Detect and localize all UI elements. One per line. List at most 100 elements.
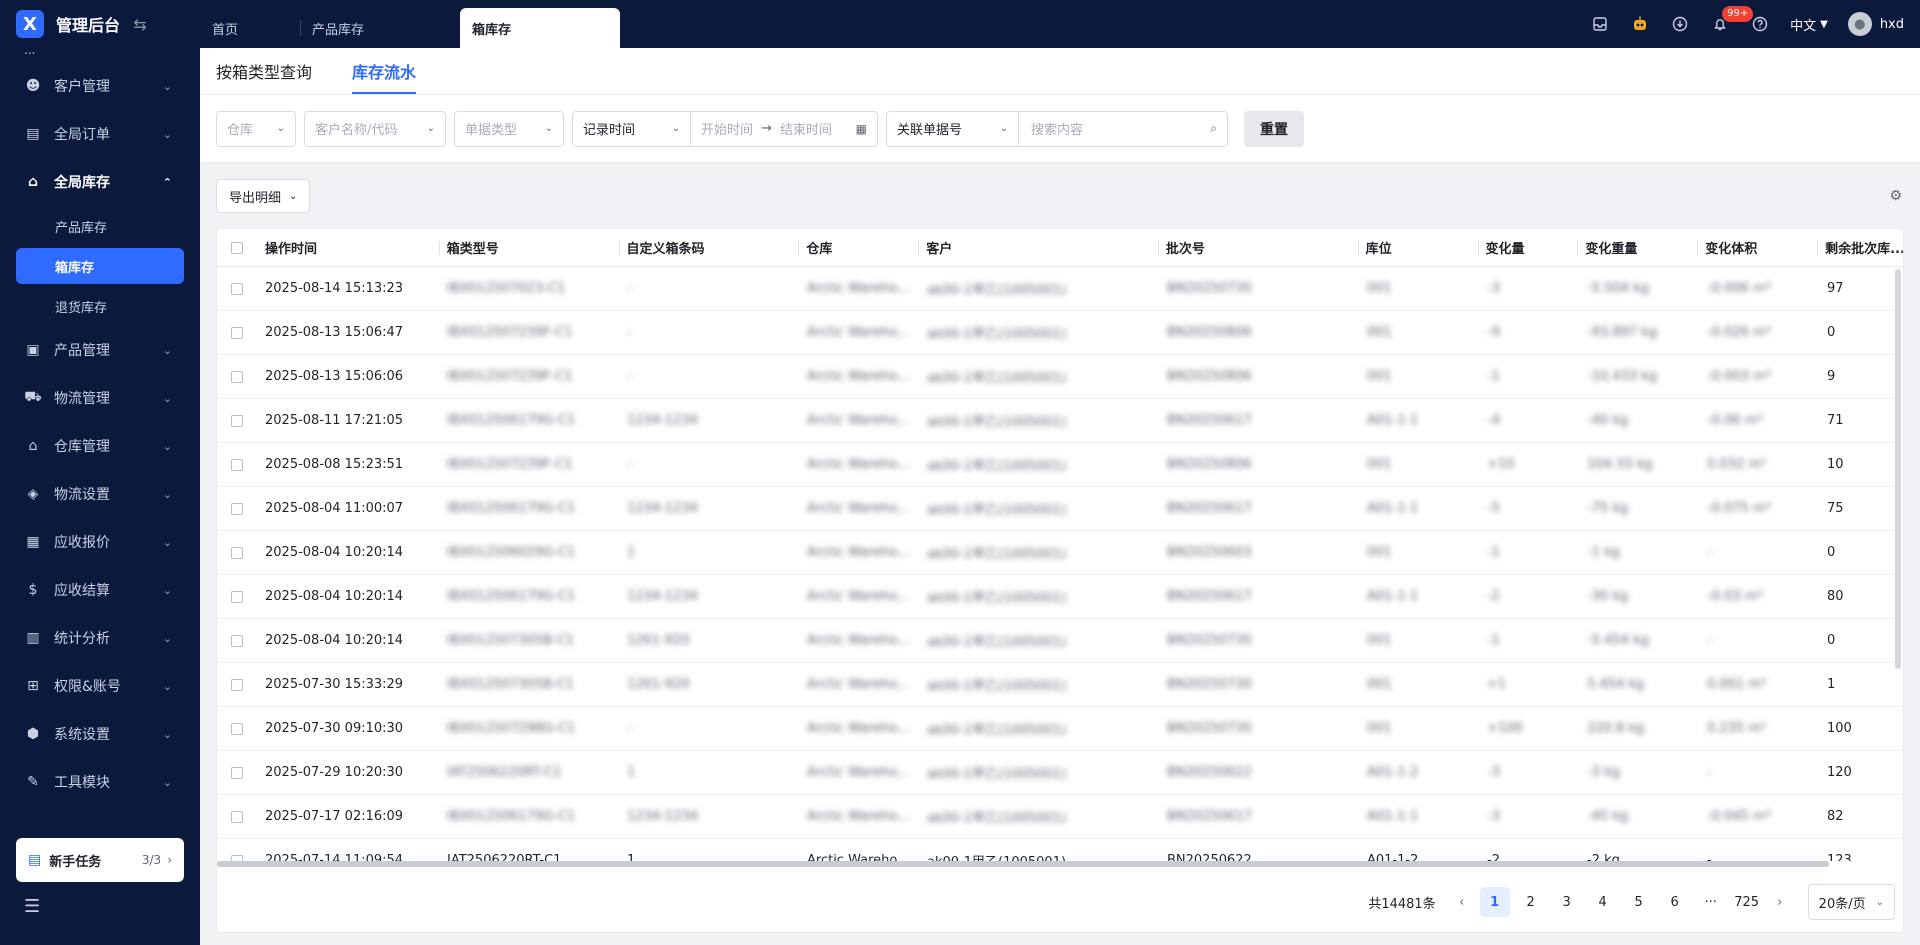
column-header[interactable]: 剩余批次库...	[1817, 238, 1903, 257]
tab-home[interactable]: 首页	[200, 8, 300, 48]
table-row[interactable]: 2025-08-04 10:20:14 IBX012506029G-C1 1 Arct…	[217, 531, 1903, 575]
horizontal-scrollbar[interactable]	[217, 861, 1829, 867]
customer-select[interactable]: 客户名称/代码 ⌄	[304, 110, 446, 147]
table-row[interactable]: 2025-08-14 15:13:23 IBX012507023-C1 - Arcti…	[217, 267, 1903, 311]
sidebar-sub-box-inventory[interactable]: 箱库存	[16, 248, 184, 284]
column-header[interactable]: 变化体积	[1697, 238, 1817, 257]
table-row[interactable]: 2025-07-30 15:33:29 IBX012507305B-C1 1261-…	[217, 663, 1903, 707]
search-icon[interactable]: ⌕	[1210, 121, 1217, 136]
row-checkbox[interactable]	[231, 414, 243, 427]
page-2[interactable]: 2	[1516, 887, 1546, 917]
row-checkbox[interactable]	[231, 502, 243, 515]
tab-query-by-box-type[interactable]: 按箱类型查询	[216, 47, 312, 94]
table-cell: 0.001 m³	[1707, 677, 1767, 692]
sidebar-item-system[interactable]: ⬢ 系统设置 ⌄	[0, 710, 200, 758]
date-range-picker[interactable]: 开始时间 → 结束时间 ▦	[691, 112, 877, 146]
swap-icon[interactable]: ⇆	[130, 15, 150, 34]
sidebar-item-warehouse[interactable]: ⌂ 仓库管理 ⌄	[0, 422, 200, 470]
warehouse-icon: ⌂	[27, 174, 39, 190]
page-5[interactable]: 5	[1624, 887, 1654, 917]
column-header[interactable]: 客户	[918, 238, 1158, 257]
sidebar-item-logistics-settings[interactable]: ◈ 物流设置 ⌄	[0, 470, 200, 518]
page-6[interactable]: 6	[1660, 887, 1690, 917]
tab-inventory-flow[interactable]: 库存流水	[352, 47, 417, 94]
sidebar-item-partial[interactable]: ...	[0, 48, 200, 62]
column-header[interactable]: 库位	[1357, 238, 1478, 257]
sidebar-item-products[interactable]: ▣ 产品管理 ⌄	[0, 326, 200, 374]
column-header[interactable]: 仓库	[798, 238, 918, 257]
vertical-scrollbar[interactable]	[1895, 269, 1901, 669]
table-row[interactable]: 2025-07-14 11:09:54 IAT2506220RT-C1 1 Arcti…	[217, 839, 1903, 861]
page-1[interactable]: 1	[1479, 887, 1510, 917]
table-row[interactable]: 2025-08-04 10:20:14 IBX012506179G-C1 1234-…	[217, 575, 1903, 619]
user-menu[interactable]: ● hxd	[1847, 12, 1904, 36]
doc-type-select[interactable]: 单据类型 ⌄	[454, 110, 564, 147]
chevron-right-icon[interactable]: ›	[1768, 887, 1792, 917]
sidebar-sub-product-inventory[interactable]: 产品库存	[0, 206, 200, 246]
page-ellipsis[interactable]: ···	[1696, 887, 1726, 917]
search-input[interactable]: 搜索内容 ⌕	[1019, 112, 1227, 146]
reset-button[interactable]: 重置	[1244, 110, 1304, 147]
row-checkbox[interactable]	[231, 370, 243, 383]
column-header[interactable]: 自定义箱条码	[618, 238, 799, 257]
sidebar-item-settlement[interactable]: $ 应收结算 ⌄	[0, 566, 200, 614]
page-3[interactable]: 3	[1552, 887, 1582, 917]
warehouse-select[interactable]: 仓库 ⌄	[216, 110, 296, 147]
sidebar-item-orders[interactable]: ▤ 全局订单 ⌄	[0, 110, 200, 158]
language-switch[interactable]: 中文 ▼	[1790, 15, 1828, 34]
table-cell: IBX012507305B-C1	[447, 633, 575, 648]
sidebar-item-tools[interactable]: ✎ 工具模块 ⌄	[0, 758, 200, 806]
row-checkbox[interactable]	[231, 326, 243, 339]
row-checkbox[interactable]	[231, 678, 243, 691]
column-header[interactable]: 操作时间	[257, 238, 439, 257]
table-row[interactable]: 2025-08-13 15:06:06 IBX012507239F-C1 - Arct…	[217, 355, 1903, 399]
tab-box-inventory[interactable]: 箱库存	[460, 8, 620, 48]
sidebar-item-inventory[interactable]: ⌂ 全局库存 ⌃	[0, 158, 200, 206]
table-cell: 1261-920	[627, 677, 690, 692]
sidebar-item-permissions[interactable]: ⊞ 权限&账号 ⌄	[0, 662, 200, 710]
sidebar-sub-return-inventory[interactable]: 退货库存	[0, 286, 200, 326]
sidebar-item-logistics[interactable]: ⛟ 物流管理 ⌄	[0, 374, 200, 422]
inbox-icon[interactable]	[1590, 14, 1610, 34]
row-checkbox[interactable]	[231, 458, 243, 471]
table-row[interactable]: 2025-07-30 09:10:30 IBX012507298G-C1 - Arct…	[217, 707, 1903, 751]
column-header[interactable]: 箱类型号	[438, 238, 619, 257]
page-size-select[interactable]: 20条/页 ⌄	[1807, 884, 1895, 920]
table-row[interactable]: 2025-08-08 15:23:51 IBX012507239F-C1 - Arct…	[217, 443, 1903, 487]
table-row[interactable]: 2025-08-13 15:06:47 IBX012507239F-C1 - Arct…	[217, 311, 1903, 355]
robot-icon[interactable]	[1630, 14, 1650, 34]
row-checkbox[interactable]	[231, 590, 243, 603]
ref-type-select[interactable]: 关联单据号 ⌄	[887, 111, 1019, 146]
row-checkbox[interactable]	[231, 722, 243, 735]
download-icon[interactable]	[1670, 14, 1690, 34]
column-header[interactable]: 变化重量	[1577, 238, 1697, 257]
page-last[interactable]: 725	[1732, 887, 1762, 917]
row-checkbox[interactable]	[231, 282, 243, 295]
sidebar-item-quotes[interactable]: ▦ 应收报价 ⌄	[0, 518, 200, 566]
sidebar-item-customer[interactable]: ☻ 客户管理 ⌄	[0, 62, 200, 110]
column-header[interactable]: 变化量	[1477, 238, 1578, 257]
table-row[interactable]: 2025-08-11 17:21:05 IBX012506179G-C1 1234-…	[217, 399, 1903, 443]
table-row[interactable]: 2025-08-04 10:20:14 IBX012507305B-C1 1261-…	[217, 619, 1903, 663]
chevron-left-icon[interactable]: ‹	[1450, 887, 1474, 917]
export-details-button[interactable]: 导出明细 ⌄	[216, 179, 311, 213]
time-type-select[interactable]: 记录时间 ⌄	[573, 111, 691, 146]
column-settings-icon[interactable]: ⚙	[1889, 188, 1902, 204]
onboarding-task-card[interactable]: ▤ 新手任务 3/3 ›	[16, 838, 184, 882]
row-checkbox[interactable]	[231, 546, 243, 559]
tab-product-inventory[interactable]: 产品库存	[300, 8, 460, 48]
help-icon[interactable]	[1750, 14, 1770, 34]
row-checkbox[interactable]	[231, 766, 243, 779]
table-row[interactable]: 2025-08-04 11:00:07 IBX012506179G-C1 1234-…	[217, 487, 1903, 531]
bell-icon[interactable]: 99+	[1710, 6, 1754, 34]
sidebar-item-statistics[interactable]: ▥ 统计分析 ⌄	[0, 614, 200, 662]
table-row[interactable]: 2025-07-17 02:16:09 IBX012506179G-C1 1234-…	[217, 795, 1903, 839]
menu-collapse-icon[interactable]: ☰	[24, 896, 40, 917]
column-header[interactable]: 批次号	[1157, 238, 1358, 257]
table-row[interactable]: 2025-07-29 10:20:30 IAT2506220RT-C1 1 Arcti…	[217, 751, 1903, 795]
page-4[interactable]: 4	[1588, 887, 1618, 917]
row-checkbox[interactable]	[231, 810, 243, 823]
row-checkbox[interactable]	[231, 634, 243, 647]
select-all-checkbox[interactable]	[231, 241, 243, 254]
brand[interactable]: X 管理后台 ⇆	[0, 0, 200, 48]
